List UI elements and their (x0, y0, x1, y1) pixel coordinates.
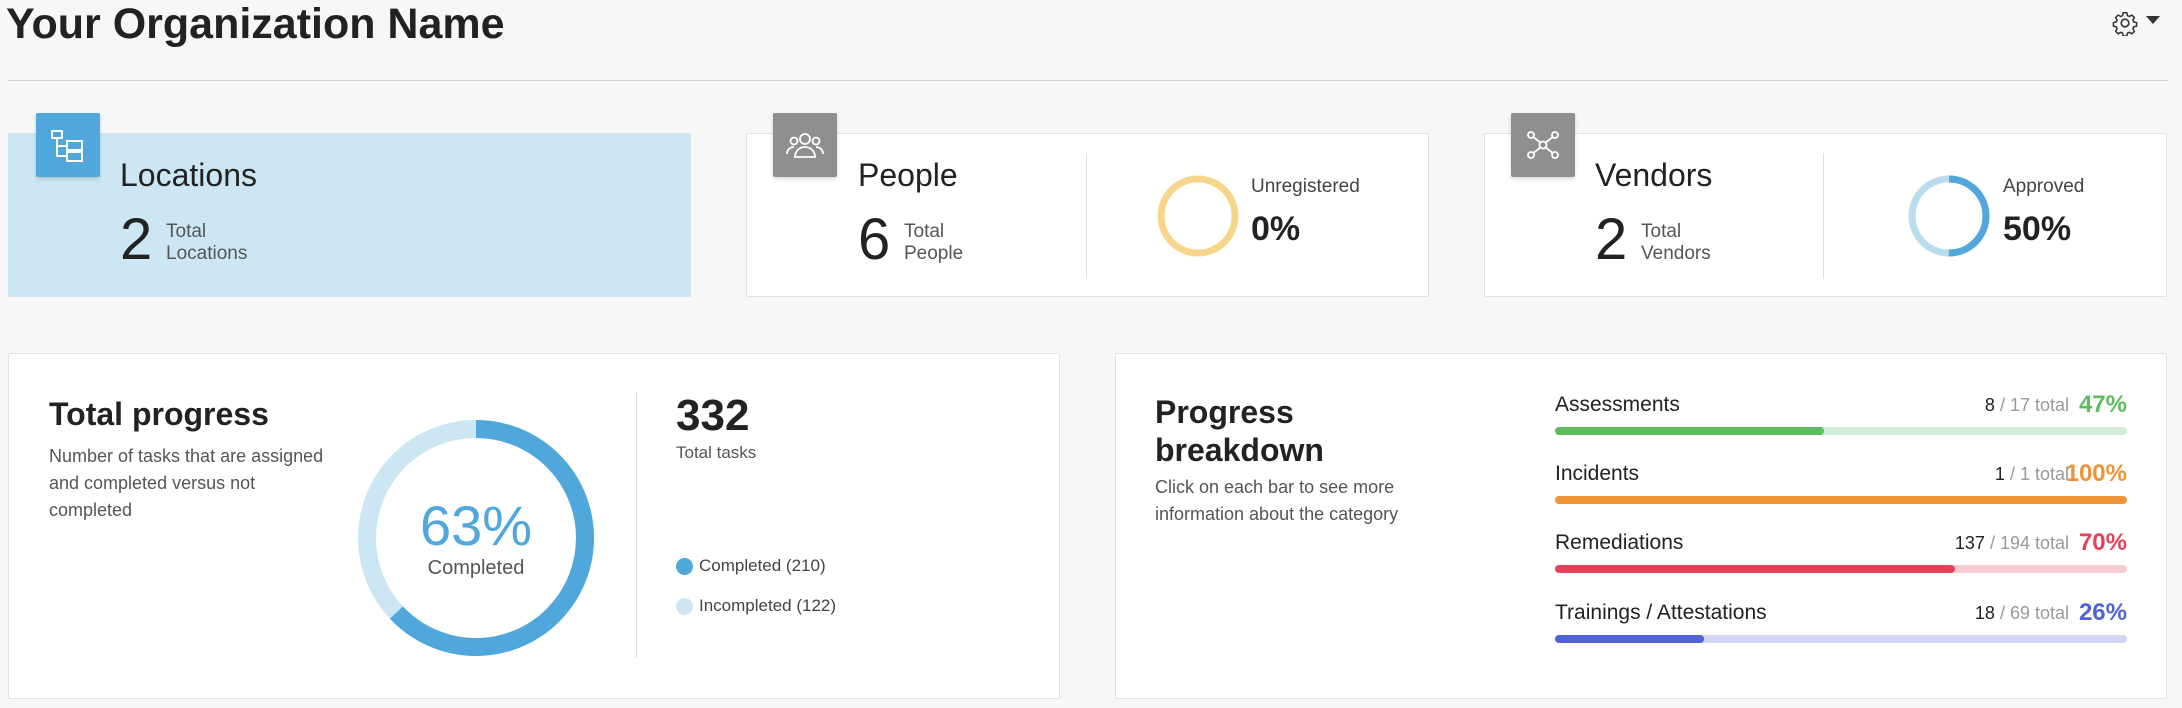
hierarchy-icon (36, 113, 100, 177)
category-name: Assessments (1555, 393, 1680, 416)
page-title: Your Organization Name (6, 0, 505, 48)
total-progress-title: Total progress (49, 396, 269, 432)
category-count: 8 / 17 total (1984, 395, 2069, 415)
vendors-separator (1823, 153, 1824, 279)
total-tasks-count: 332 (676, 391, 750, 440)
category-percent: 70% (2078, 529, 2127, 556)
vendors-title: Vendors (1595, 157, 1713, 193)
category-name: Trainings / Attestations (1555, 601, 1767, 624)
category-percent: 100% (2065, 460, 2127, 487)
legend-dot-incompleted (676, 597, 693, 615)
category-name: Remediations (1555, 531, 1684, 554)
category-remediations[interactable]: Remediations 137 / 194 total 70% (1555, 529, 2127, 591)
locations-card[interactable] (8, 133, 691, 297)
people-title: People (858, 157, 958, 193)
people-card[interactable] (746, 133, 1429, 297)
locations-title: Locations (120, 157, 257, 193)
gear-icon[interactable] (2112, 10, 2138, 36)
completion-label: Completed (427, 557, 525, 579)
total-progress-separator (636, 392, 637, 658)
category-bar[interactable] (1555, 427, 2127, 435)
legend-incompleted: Incompleted (122) (676, 596, 836, 616)
category-count: 137 / 194 total (1954, 533, 2069, 553)
category-percent: 47% (2078, 391, 2127, 418)
category-trainings[interactable]: Trainings / Attestations 18 / 69 total 2… (1555, 599, 2127, 661)
category-count: 1 / 1 total (1994, 464, 2069, 484)
approved-value: 50% (2003, 210, 2072, 248)
unregistered-label: Unregistered (1251, 176, 1360, 197)
vendors-count-label: Total Vendors (1641, 221, 1711, 264)
category-bar[interactable] (1555, 496, 2127, 504)
category-incidents[interactable]: Incidents 1 / 1 total 100% (1555, 460, 2127, 522)
unregistered-ring (1157, 175, 1239, 257)
category-count: 18 / 69 total (1974, 603, 2069, 623)
category-name: Incidents (1555, 462, 1640, 485)
people-count: 6 (858, 207, 891, 272)
legend-completed-label: Completed (210) (699, 556, 826, 575)
total-tasks-label: Total tasks (676, 443, 757, 462)
legend-dot-completed (676, 557, 693, 575)
completion-percent: 63% (419, 494, 533, 557)
unregistered-value: 0% (1251, 210, 1301, 248)
chevron-down-icon[interactable] (2146, 16, 2160, 24)
vendors-count: 2 (1595, 207, 1628, 272)
locations-count: 2 (120, 207, 153, 272)
category-bar[interactable] (1555, 635, 2127, 643)
breakdown-description: Click on each bar to see more informatio… (1155, 477, 1399, 524)
total-progress-description: Number of tasks that are assigned and co… (49, 446, 324, 520)
header-divider (8, 80, 2168, 81)
category-percent: 26% (2078, 599, 2127, 626)
breakdown-title: Progress breakdown (1155, 394, 1324, 468)
network-icon (1511, 113, 1575, 177)
legend-completed: Completed (210) (676, 556, 826, 576)
approved-ring (1908, 175, 1990, 257)
people-count-label: Total People (904, 221, 964, 264)
legend-incompleted-label: Incompleted (122) (699, 596, 837, 615)
locations-count-label: Total Locations (166, 221, 248, 264)
approved-label: Approved (2003, 176, 2085, 197)
people-icon (773, 113, 837, 177)
category-bar[interactable] (1555, 565, 2127, 573)
people-separator (1086, 153, 1087, 279)
category-assessments[interactable]: Assessments 8 / 17 total 47% (1555, 391, 2127, 453)
